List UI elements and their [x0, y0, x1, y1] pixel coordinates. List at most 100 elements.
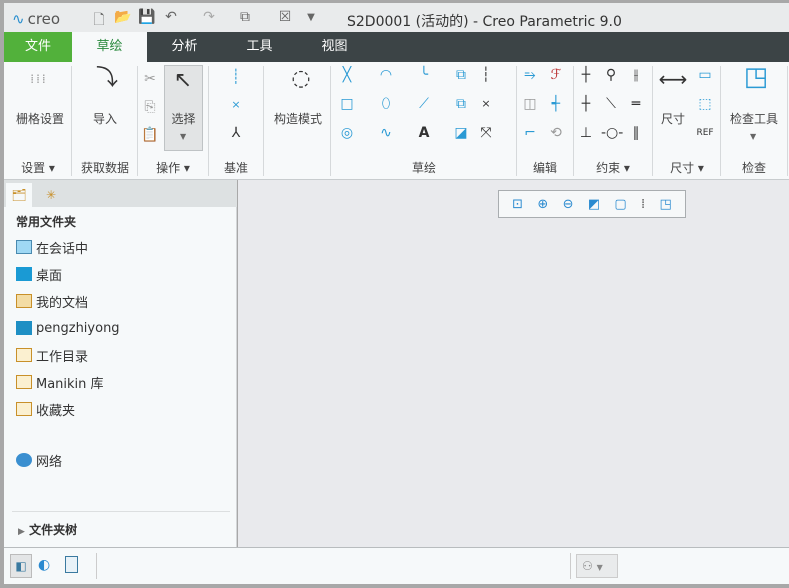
- tab-view[interactable]: 视图: [297, 32, 372, 62]
- grid-icon: ⁞⁞⁞: [30, 72, 48, 86]
- centerline-tool-icon[interactable]: ┆: [476, 66, 496, 84]
- repaint-icon[interactable]: ◩: [588, 197, 600, 212]
- offset-icon[interactable]: ⧉: [451, 66, 471, 84]
- folder-favorites[interactable]: 收藏夹: [16, 399, 75, 419]
- construction-mode-button[interactable]: 构造模式: [266, 110, 330, 127]
- folder-tree-toggle[interactable]: ▶ 文件夹树: [18, 521, 77, 538]
- palette-icon[interactable]: ◪: [451, 124, 471, 142]
- navigator-tabs: 🗂 ✳: [4, 180, 237, 207]
- sketch-view-icon[interactable]: ◳: [659, 197, 671, 212]
- horizontal-constraint-icon[interactable]: ┼: [576, 95, 596, 113]
- show-navigator-icon[interactable]: ◧: [10, 554, 32, 578]
- folder-desktop[interactable]: 桌面: [16, 264, 62, 284]
- customize-toolbar-icon[interactable]: ▼: [302, 12, 320, 23]
- display-style-icon[interactable]: ▢: [614, 197, 626, 212]
- thicken-icon[interactable]: ⧉: [451, 95, 471, 113]
- divider: [12, 511, 230, 512]
- coordinate-tool-icon[interactable]: ⤧: [476, 124, 496, 142]
- import-button[interactable]: 导入: [74, 110, 136, 127]
- tab-analysis[interactable]: 分析: [147, 32, 222, 62]
- ellipse-icon[interactable]: ⬯: [376, 95, 396, 113]
- reference-icon[interactable]: REF: [695, 124, 715, 142]
- regenerate-icon[interactable]: ⧉: [236, 9, 254, 25]
- circle-icon[interactable]: ◎: [337, 124, 357, 142]
- find-button[interactable]: ⚇ ▼: [576, 554, 618, 578]
- documents-folder-icon: [16, 294, 32, 308]
- text-icon[interactable]: A: [414, 124, 434, 142]
- zoom-out-icon[interactable]: ⊖: [563, 197, 574, 212]
- delete-segment-icon[interactable]: ℱ: [546, 66, 566, 84]
- coincident-constraint-icon[interactable]: -○-: [601, 124, 623, 142]
- chamfer-icon[interactable]: ⟋: [414, 95, 434, 113]
- line-icon[interactable]: ╳: [337, 66, 357, 84]
- arc-icon[interactable]: ◠: [376, 66, 396, 84]
- library-folder-icon: [16, 375, 32, 389]
- group-sketching: 草绘: [411, 161, 436, 175]
- divide-icon[interactable]: ┽: [546, 95, 566, 113]
- folder-network[interactable]: 网络: [16, 450, 62, 470]
- corner-icon[interactable]: ⌐: [520, 124, 540, 142]
- folder-working-directory[interactable]: 工作目录: [16, 345, 88, 365]
- tab-tools[interactable]: 工具: [222, 32, 297, 62]
- rectangle-icon[interactable]: □: [337, 95, 357, 113]
- view-toolbar: ⊡ ⊕ ⊖ ◩ ▢ ⁞ ◳: [498, 190, 686, 218]
- parallel-constraint-icon[interactable]: ∥: [626, 124, 646, 142]
- sketcher-display-icon[interactable]: ⁞: [641, 197, 645, 212]
- zoom-in-icon[interactable]: ⊕: [537, 197, 548, 212]
- redo-icon[interactable]: ↷: [200, 9, 218, 25]
- point-icon[interactable]: ×: [226, 96, 246, 114]
- window-title: S2D0001 (活动的) - Creo Parametric 9.0: [347, 14, 622, 30]
- ribbon: ⁞⁞⁞ 栅格设置 ⤵ 导入 ✂ ⎘ 📋 ↖ 选择 ▼ ┊ × ⅄ ◌ 构造模式 …: [4, 62, 789, 180]
- group-settings[interactable]: 设置 ▾: [8, 159, 68, 176]
- select-button[interactable]: ↖ 选择 ▼: [164, 65, 203, 151]
- point-tool-icon[interactable]: ×: [476, 95, 496, 113]
- modify-icon[interactable]: ⥱: [520, 66, 540, 84]
- perimeter-icon[interactable]: ▭: [695, 66, 715, 84]
- refit-icon[interactable]: ⊡: [512, 197, 523, 212]
- group-constrain[interactable]: 约束 ▾: [574, 159, 652, 176]
- folder-manikin-library[interactable]: Manikin 库: [16, 372, 104, 392]
- copy-icon[interactable]: ⎘: [140, 98, 160, 116]
- new-file-icon[interactable]: 🗋: [90, 9, 108, 33]
- full-screen-icon[interactable]: [65, 556, 78, 573]
- title-bar: ∿ creo 🗋 📂 💾 ↶ ↷ ⧉ ☒ ▼ S2D0001 (活动的) - Cr…: [4, 3, 789, 32]
- undo-icon[interactable]: ↶: [162, 9, 180, 25]
- folder-in-session[interactable]: 在会话中: [16, 237, 88, 257]
- close-window-icon[interactable]: ☒: [276, 9, 294, 25]
- group-operations[interactable]: 操作 ▾: [140, 159, 206, 176]
- folder-my-documents[interactable]: 我的文档: [16, 291, 88, 311]
- folder-user[interactable]: pengzhiyong: [16, 318, 120, 338]
- tab-file[interactable]: 文件: [4, 32, 72, 62]
- tab-sketch[interactable]: 草绘: [72, 32, 147, 62]
- favorites-tab-icon[interactable]: ✳: [38, 183, 64, 207]
- divider: [96, 553, 97, 579]
- inspect-tools-button[interactable]: 检查工具: [722, 110, 786, 127]
- symmetric-constraint-icon[interactable]: ⫲: [626, 66, 646, 84]
- tangent-constraint-icon[interactable]: ⚲: [601, 66, 621, 84]
- group-dimension[interactable]: 尺寸 ▾: [654, 159, 720, 176]
- centerline-icon[interactable]: ┊: [226, 68, 246, 86]
- dimension-icon: ⟷: [658, 67, 688, 91]
- mirror-icon[interactable]: ◫: [520, 95, 540, 113]
- browser-icon[interactable]: ◐: [38, 557, 50, 573]
- graphics-area[interactable]: [238, 180, 789, 547]
- fillet-icon[interactable]: ╰: [414, 66, 434, 84]
- equal-constraint-icon[interactable]: ═: [626, 95, 646, 113]
- coordinate-system-icon[interactable]: ⅄: [226, 124, 246, 142]
- paste-icon[interactable]: 📋: [140, 126, 160, 144]
- save-icon[interactable]: 💾: [138, 9, 156, 25]
- dimension-button[interactable]: 尺寸: [654, 110, 692, 127]
- rotate-resize-icon[interactable]: ⟲: [546, 124, 566, 142]
- open-file-icon[interactable]: 📂: [114, 9, 132, 25]
- baseline-icon[interactable]: ⬚: [695, 95, 715, 113]
- cut-icon[interactable]: ✂: [140, 70, 160, 88]
- chevron-down-icon: ▼: [180, 132, 187, 141]
- spline-icon[interactable]: ∿: [376, 124, 396, 142]
- grid-settings-button[interactable]: 栅格设置: [8, 110, 72, 127]
- creo-logo: ∿ creo: [12, 10, 61, 28]
- vertical-constraint-icon[interactable]: ┼: [576, 66, 596, 84]
- midpoint-constraint-icon[interactable]: ⟍: [601, 95, 621, 113]
- inspect-icon: ◳: [743, 62, 769, 92]
- folder-browser-tab-icon[interactable]: 🗂: [6, 183, 32, 207]
- perpendicular-constraint-icon[interactable]: ⊥: [576, 124, 596, 142]
